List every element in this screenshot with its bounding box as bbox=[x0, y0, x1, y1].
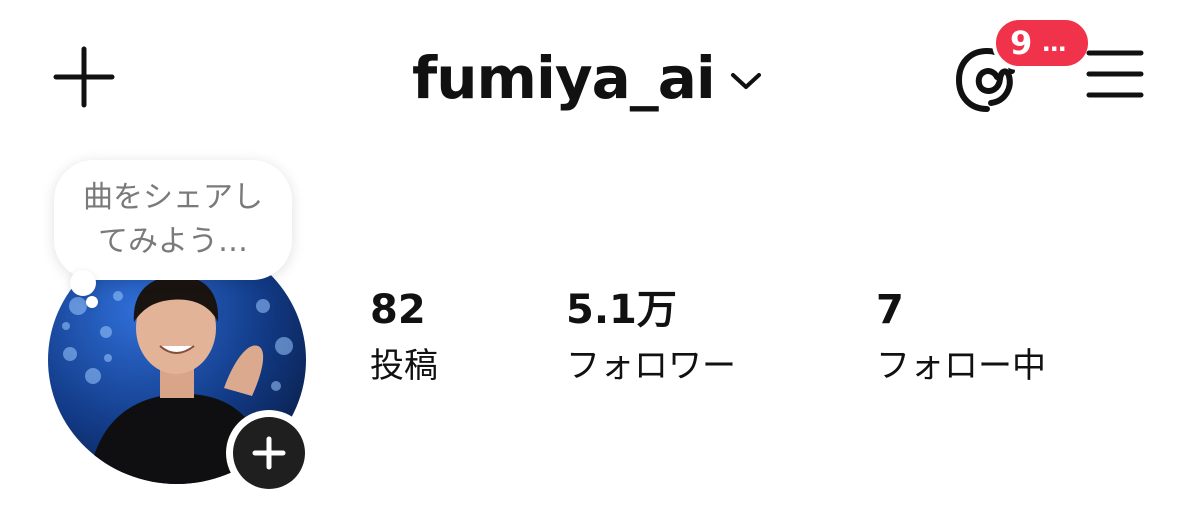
username: fumiya_ai bbox=[412, 44, 716, 112]
badge-count: 9 bbox=[1010, 24, 1033, 62]
posts-stat[interactable]: 82 投稿 bbox=[370, 286, 438, 390]
note-line-2: てみよう… bbox=[98, 224, 248, 259]
menu-button[interactable] bbox=[1086, 48, 1144, 100]
posts-count: 82 bbox=[370, 287, 426, 333]
following-label: フォロー中 bbox=[876, 346, 1046, 386]
followers-stat[interactable]: 5.1万 フォロワー bbox=[566, 286, 736, 390]
account-switcher[interactable]: fumiya_ai bbox=[412, 38, 763, 118]
note-bubble[interactable]: 曲をシェアし てみよう… bbox=[54, 160, 292, 280]
add-story-button[interactable] bbox=[226, 410, 312, 496]
posts-label: 投稿 bbox=[370, 346, 438, 386]
hamburger-menu-icon bbox=[1086, 50, 1144, 98]
notification-badge: 9 … bbox=[992, 16, 1092, 70]
note-tail-small bbox=[86, 296, 98, 308]
note-line-1: 曲をシェアし bbox=[83, 180, 263, 215]
create-button[interactable] bbox=[52, 45, 116, 109]
followers-count: 5.1万 bbox=[566, 287, 677, 333]
plus-icon bbox=[53, 46, 115, 108]
plus-icon bbox=[252, 436, 286, 470]
badge-overflow: … bbox=[1042, 29, 1069, 57]
note-tail-large bbox=[70, 270, 96, 296]
followers-label: フォロワー bbox=[566, 346, 736, 386]
chevron-down-icon bbox=[730, 73, 761, 89]
following-stat[interactable]: 7 フォロー中 bbox=[876, 286, 1046, 390]
following-count: 7 bbox=[876, 287, 904, 333]
add-story-circle bbox=[233, 417, 305, 489]
